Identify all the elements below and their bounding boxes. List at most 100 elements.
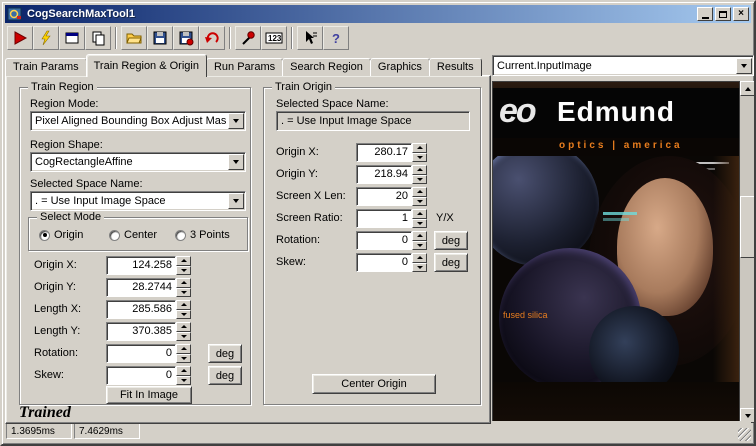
- spin-up-button[interactable]: [176, 256, 191, 266]
- run-button[interactable]: [7, 25, 33, 50]
- radio-icon: [39, 229, 50, 241]
- region-space-combo[interactable]: . = Use Input Image Space: [30, 191, 246, 211]
- cog-search-max-tool-window: CogSearchMaxTool1 × 123 ? Train Params T…: [0, 0, 756, 446]
- screen-ratio-value[interactable]: 1: [356, 209, 412, 228]
- spin-up-button[interactable]: [176, 366, 191, 376]
- tab-train-region-origin[interactable]: Train Region & Origin: [85, 54, 207, 77]
- spin-up-button[interactable]: [412, 231, 427, 241]
- radio-3points[interactable]: 3 Points: [175, 229, 230, 241]
- maximize-button[interactable]: [715, 7, 731, 21]
- to-origin-y-value[interactable]: 218.94: [356, 165, 412, 184]
- preview-photo: [493, 156, 739, 382]
- open-file-button[interactable]: [121, 25, 147, 50]
- fit-in-image-button[interactable]: Fit In Image: [106, 386, 192, 404]
- pointer-info-button[interactable]: [297, 25, 323, 50]
- help-button[interactable]: ?: [323, 25, 349, 50]
- spin-down-button[interactable]: [412, 240, 427, 250]
- to-skew-field[interactable]: 0: [356, 253, 427, 272]
- image-selector-combo[interactable]: Current.InputImage: [492, 55, 754, 76]
- length-y-value[interactable]: 370.385: [106, 322, 176, 341]
- to-origin-x-field[interactable]: 280.17: [356, 143, 427, 162]
- image-selector-dropdown-button[interactable]: [736, 57, 752, 74]
- copy-window-button[interactable]: [85, 25, 111, 50]
- spin-down-button[interactable]: [176, 265, 191, 275]
- probe-button[interactable]: [235, 25, 261, 50]
- spin-up-button[interactable]: [412, 165, 427, 175]
- to-rotation-field[interactable]: 0: [356, 231, 427, 250]
- origin-y-field[interactable]: 28.2744: [106, 278, 191, 297]
- origin-y-value[interactable]: 28.2744: [106, 278, 176, 297]
- minimize-button[interactable]: [697, 7, 713, 21]
- radio-selected-dot: [42, 233, 47, 237]
- numeric-display-button[interactable]: 123: [261, 25, 287, 50]
- spin-up-button[interactable]: [176, 322, 191, 332]
- to-rotation-deg-button[interactable]: deg: [434, 231, 468, 250]
- spin-down-button[interactable]: [412, 152, 427, 162]
- spin-up-button[interactable]: [412, 209, 427, 219]
- scroll-up-button[interactable]: [740, 81, 754, 96]
- radio-origin[interactable]: Origin: [39, 229, 83, 241]
- to-origin-x-value[interactable]: 280.17: [356, 143, 412, 162]
- spin-down-button[interactable]: [176, 331, 191, 341]
- screen-x-len-field[interactable]: 20: [356, 187, 427, 206]
- input-image-preview[interactable]: eo Edmund optics | america fused silica: [492, 81, 740, 423]
- tab-run-params[interactable]: Run Params: [205, 58, 284, 76]
- screen-x-len-value[interactable]: 20: [356, 187, 412, 206]
- region-shape-dropdown-button[interactable]: [228, 154, 244, 170]
- spin-down-button[interactable]: [176, 353, 191, 363]
- region-space-dropdown-button[interactable]: [228, 193, 244, 209]
- origin-x-value[interactable]: 124.258: [106, 256, 176, 275]
- save-file-button[interactable]: [147, 25, 173, 50]
- resize-grip[interactable]: [738, 428, 751, 441]
- spin-down-button[interactable]: [176, 375, 191, 385]
- skew-deg-button[interactable]: deg: [208, 366, 242, 385]
- length-x-value[interactable]: 285.586: [106, 300, 176, 319]
- to-rotation-value[interactable]: 0: [356, 231, 412, 250]
- radio-center[interactable]: Center: [109, 229, 157, 241]
- to-origin-y-field[interactable]: 218.94: [356, 165, 427, 184]
- region-shape-combo[interactable]: CogRectangleAffine: [30, 152, 246, 172]
- rotation-deg-button[interactable]: deg: [208, 344, 242, 363]
- tab-train-params[interactable]: Train Params: [5, 58, 87, 76]
- preview-scrollbar[interactable]: [740, 81, 754, 423]
- scroll-up-icon: [744, 86, 751, 91]
- tab-search-region[interactable]: Search Region: [282, 58, 371, 76]
- screen-ratio-field[interactable]: 1: [356, 209, 427, 228]
- skew-field[interactable]: 0: [106, 366, 191, 385]
- origin-x-field[interactable]: 124.258: [106, 256, 191, 275]
- length-x-field[interactable]: 285.586: [106, 300, 191, 319]
- tool-window-button[interactable]: [59, 25, 85, 50]
- skew-value[interactable]: 0: [106, 366, 176, 385]
- close-button[interactable]: ×: [733, 7, 749, 21]
- region-mode-dropdown-button[interactable]: [228, 113, 244, 129]
- scroll-thumb[interactable]: [740, 196, 754, 258]
- spin-down-button[interactable]: [412, 174, 427, 184]
- auto-run-button[interactable]: [33, 25, 59, 50]
- to-skew-value[interactable]: 0: [356, 253, 412, 272]
- region-mode-combo[interactable]: Pixel Aligned Bounding Box Adjust Mask: [30, 111, 246, 131]
- spin-up-button[interactable]: [412, 187, 427, 197]
- to-skew-deg-button[interactable]: deg: [434, 253, 468, 272]
- spin-up-button[interactable]: [176, 300, 191, 310]
- screen-x-len-label: Screen X Len:: [276, 190, 346, 202]
- origin-y-label: Origin Y:: [34, 281, 76, 293]
- length-y-field[interactable]: 370.385: [106, 322, 191, 341]
- spin-down-button[interactable]: [412, 262, 427, 272]
- save-image-button[interactable]: [173, 25, 199, 50]
- tab-results[interactable]: Results: [428, 58, 482, 76]
- spin-up-button[interactable]: [176, 344, 191, 354]
- spin-down-button[interactable]: [412, 218, 427, 228]
- rotation-value[interactable]: 0: [106, 344, 176, 363]
- spin-up-button[interactable]: [176, 278, 191, 288]
- spin-up-button[interactable]: [412, 143, 427, 153]
- spin-down-button[interactable]: [412, 196, 427, 206]
- rotation-field[interactable]: 0: [106, 344, 191, 363]
- spin-down-button[interactable]: [176, 309, 191, 319]
- spin-down-button[interactable]: [176, 287, 191, 297]
- reset-button[interactable]: [199, 25, 225, 50]
- title-bar[interactable]: CogSearchMaxTool1 ×: [5, 5, 751, 23]
- center-origin-button[interactable]: Center Origin: [312, 374, 436, 394]
- spin-up-button[interactable]: [412, 253, 427, 263]
- preview-logo-edmund: Edmund: [557, 96, 675, 127]
- tab-graphics[interactable]: Graphics: [369, 58, 430, 76]
